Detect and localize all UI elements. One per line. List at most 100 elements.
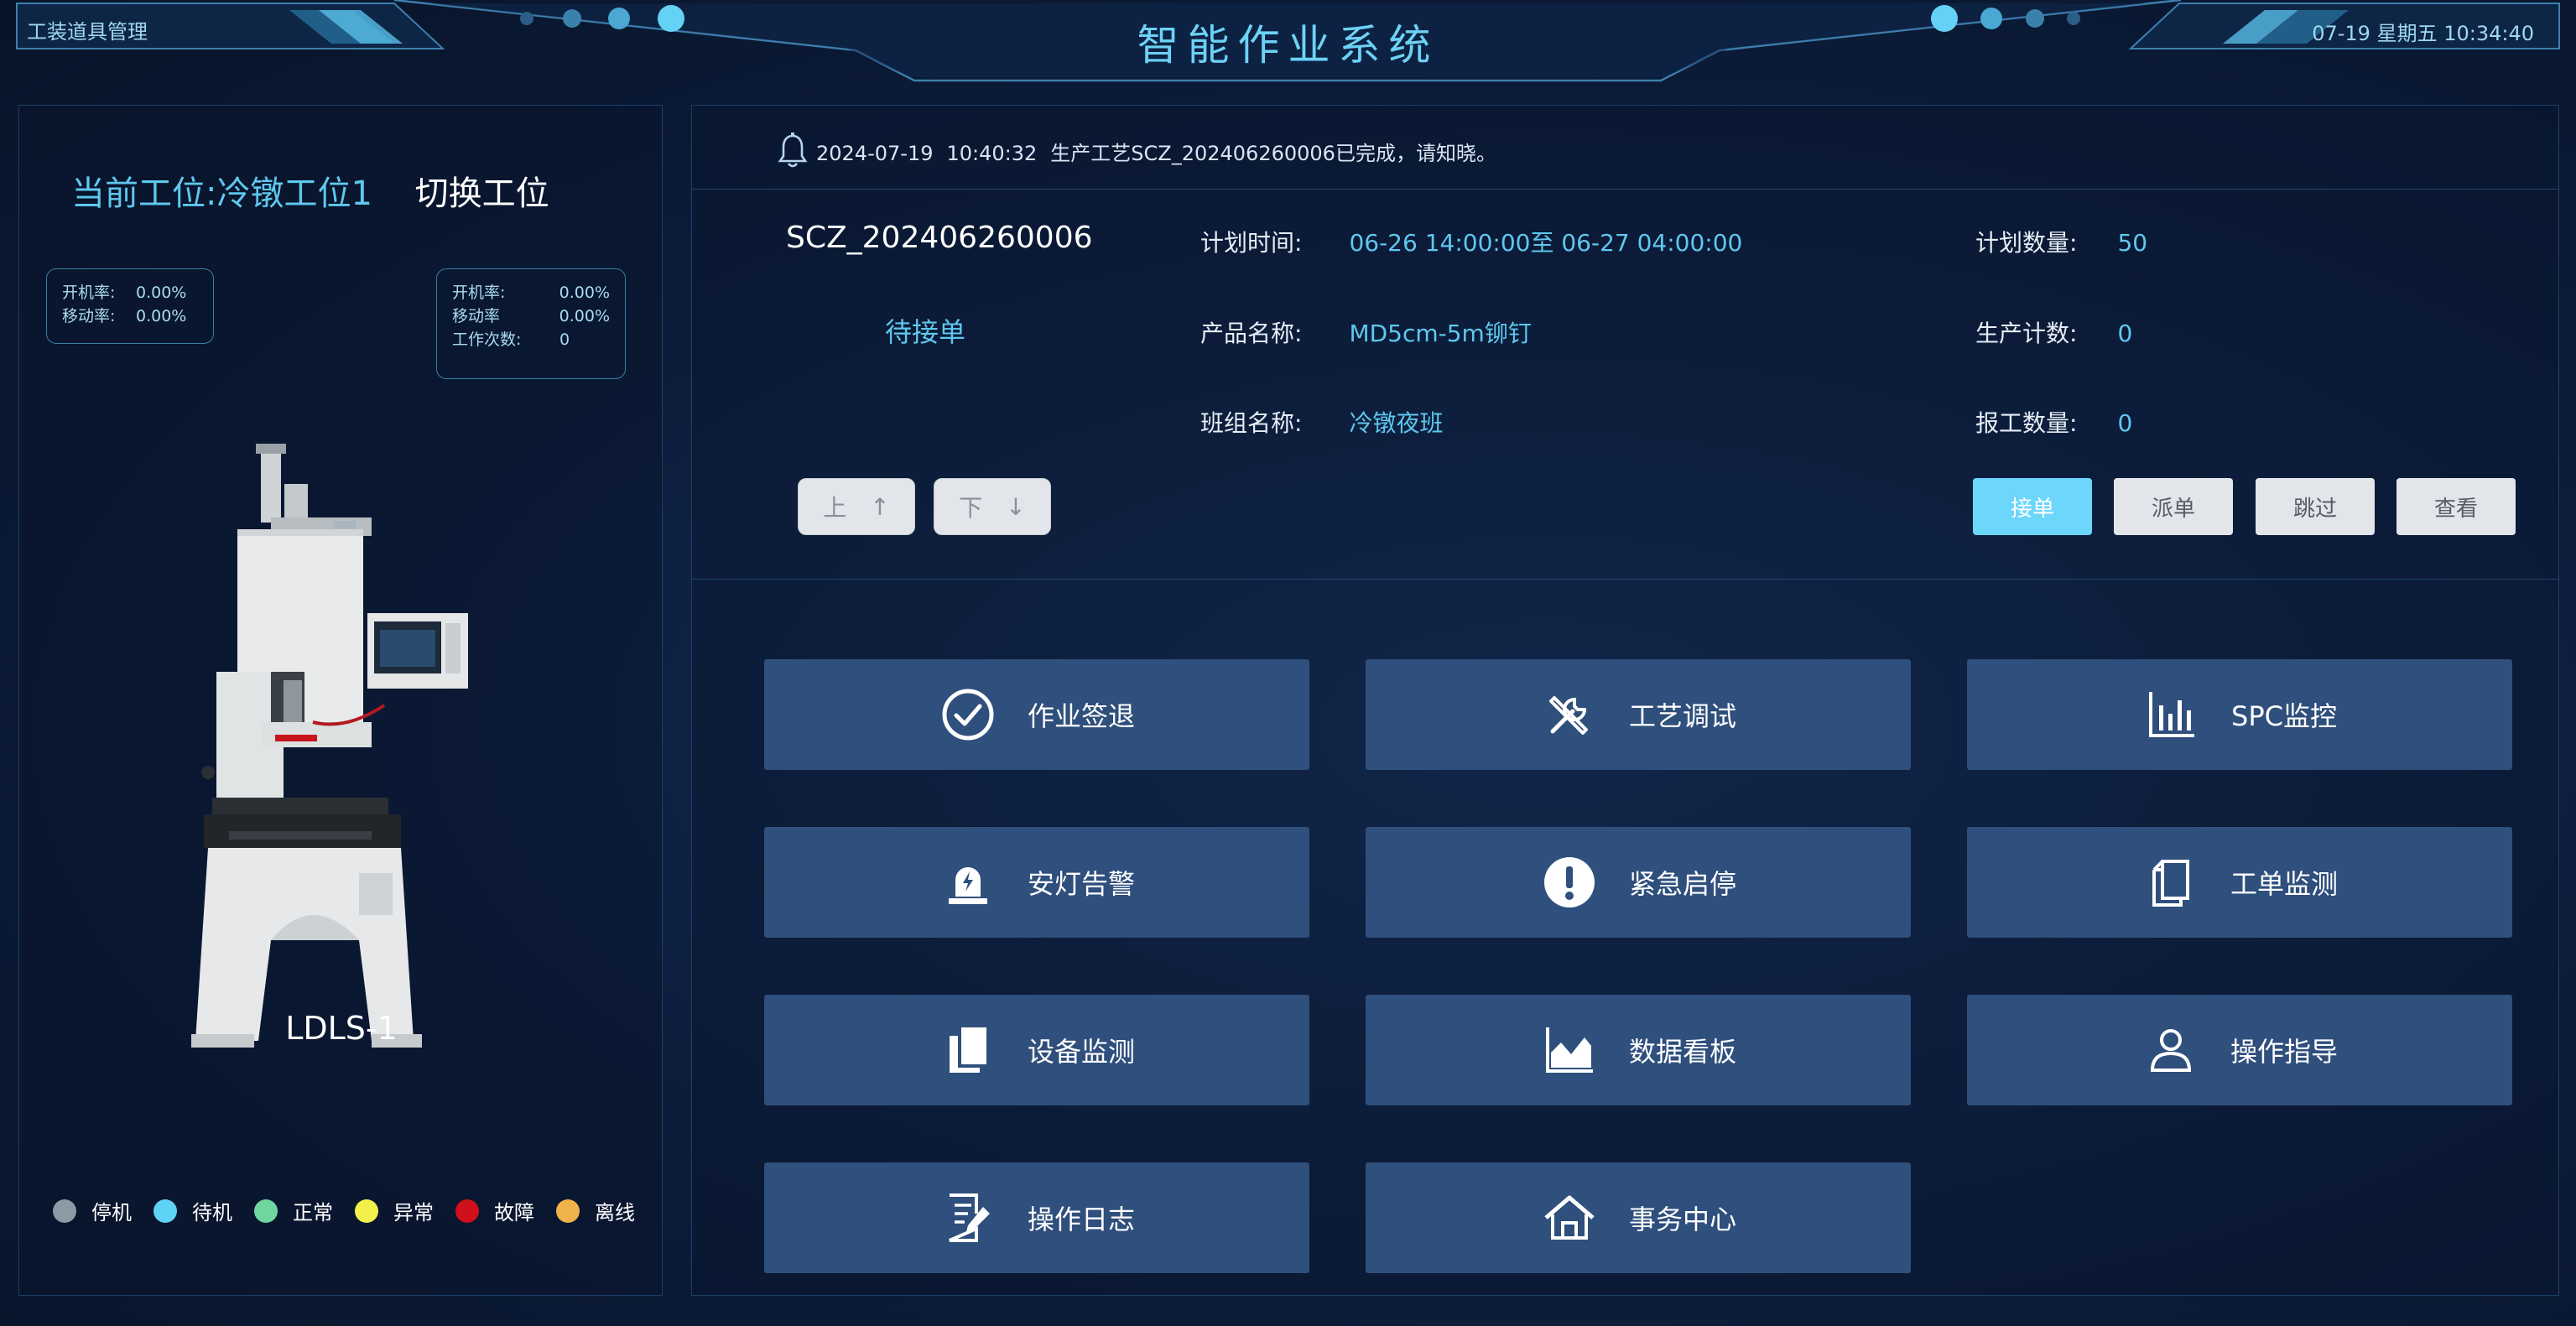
machine-name: LDLS-1	[285, 1010, 398, 1047]
tile-label: 作业签退	[1027, 700, 1135, 732]
tile-process-debug[interactable]: 工艺调试	[1366, 659, 1911, 770]
area-chart-icon	[1540, 1021, 1599, 1079]
legend-item: 故障	[455, 1196, 534, 1225]
stat-value: 0.00%	[136, 283, 187, 302]
stat-value: 0.00%	[559, 307, 610, 325]
legend-dot	[455, 1199, 479, 1223]
legend-label: 正常	[293, 1201, 333, 1225]
notification-message: 生产工艺SCZ_202406260006已完成，请知晓。	[1050, 142, 1496, 165]
station-panel: 当前工位:冷镦工位1 切换工位 开机率: 0.00% 移动率: 0.00% 开机率:…	[18, 105, 663, 1296]
legend-dot	[254, 1199, 278, 1223]
notification-text: 2024-07-19 10:40:32 生产工艺SCZ_202406260006已完…	[816, 137, 1496, 166]
stat-value: 0.00%	[559, 283, 610, 302]
legend-item: 离线	[556, 1196, 635, 1225]
legend-item: 停机	[53, 1196, 132, 1225]
tile-label: 操作指导	[2230, 1036, 2338, 1068]
notification-bar: 2024-07-19 10:40:32 生产工艺SCZ_202406260006已完…	[692, 106, 2558, 190]
team-value: 冷镦夜班	[1349, 409, 1444, 437]
report-qty-field: 报工数量: 0	[1975, 405, 2132, 439]
station-name: 冷镦工位1	[216, 174, 372, 213]
tile-label: 紧急启停	[1628, 868, 1736, 900]
team-label: 班组名称:	[1200, 409, 1303, 437]
machine-image	[191, 444, 468, 1048]
tile-equipment-monitor[interactable]: 设备监测	[764, 995, 1309, 1105]
notification-date: 2024-07-19	[816, 142, 934, 165]
exclamation-circle-icon	[1540, 853, 1599, 912]
product-value: MD5cm-5m铆钉	[1349, 320, 1532, 347]
tile-check-out[interactable]: 作业签退	[764, 659, 1309, 770]
station-prefix: 当前工位:	[71, 174, 217, 213]
log-edit-icon	[939, 1188, 997, 1247]
plan-qty-field: 计划数量: 50	[1975, 225, 2147, 258]
tile-andon-alarm[interactable]: 安灯告警	[764, 827, 1309, 938]
report-qty-value: 0	[2117, 409, 2133, 437]
legend-dot	[355, 1199, 378, 1223]
product-label: 产品名称:	[1200, 320, 1303, 347]
tile-operation-guide[interactable]: 操作指导	[1967, 995, 2512, 1105]
next-label: 下	[959, 494, 983, 522]
tile-label: 设备监测	[1027, 1036, 1135, 1068]
legend-label: 故障	[494, 1201, 534, 1225]
user-icon	[2141, 1021, 2200, 1079]
order-code: SCZ_202406260006	[786, 221, 1093, 255]
tile-label: 安灯告警	[1027, 868, 1135, 900]
tile-label: SPC监控	[2231, 700, 2337, 732]
work-order-panel: 2024-07-19 10:40:32 生产工艺SCZ_202406260006已完…	[691, 105, 2559, 1296]
legend-item: 待机	[154, 1196, 232, 1225]
arrow-down-icon: ↓	[1006, 492, 1026, 521]
skip-order-button[interactable]: 跳过	[2256, 478, 2375, 535]
tile-emergency-stop[interactable]: 紧急启停	[1366, 827, 1911, 938]
arrow-up-icon: ↑	[870, 492, 890, 521]
tile-label: 工单监测	[2230, 868, 2338, 900]
tile-label: 工艺调试	[1628, 700, 1736, 732]
plan-time-label: 计划时间:	[1200, 229, 1303, 257]
bar-chart-icon	[2142, 685, 2201, 744]
page-title: 智能作业系统	[1137, 21, 1439, 70]
legend-item: 正常	[254, 1196, 333, 1225]
next-button[interactable]: 下 ↓	[934, 478, 1051, 535]
tile-operation-log[interactable]: 操作日志	[764, 1162, 1309, 1273]
report-qty-label: 报工数量:	[1975, 409, 2078, 437]
legend-dot	[53, 1199, 76, 1223]
bell-icon[interactable]	[778, 133, 808, 169]
notification-time: 10:40:32	[946, 142, 1038, 165]
stats-box-left: 开机率: 0.00% 移动率: 0.00%	[46, 268, 214, 344]
documents-icon	[2141, 853, 2200, 912]
files-icon	[939, 1021, 997, 1079]
tile-label: 操作日志	[1027, 1204, 1135, 1235]
legend-item: 异常	[355, 1196, 434, 1225]
legend-label: 异常	[393, 1201, 434, 1225]
header-bar: 工装道具管理 智能作业系统 07-19 星期五 10:34:40	[0, 0, 2576, 84]
stat-value: 0	[559, 330, 570, 349]
stat-value: 0.00%	[136, 307, 187, 325]
accept-order-button[interactable]: 接单	[1973, 478, 2092, 535]
plan-time-value: 06-26 14:00:00至 06-27 04:00:00	[1349, 229, 1743, 257]
previous-button[interactable]: 上 ↑	[798, 478, 915, 535]
plan-qty-label: 计划数量:	[1975, 229, 2078, 257]
tools-icon	[1540, 685, 1599, 744]
tile-affairs-center[interactable]: 事务中心	[1366, 1162, 1911, 1273]
work-order-details: SCZ_202406260006 待接单 计划时间: 06-26 14:00:00…	[692, 190, 2558, 580]
prod-count-field: 生产计数: 0	[1975, 315, 2132, 349]
legend-dot	[154, 1199, 177, 1223]
tile-spc-monitor[interactable]: SPC监控	[1967, 659, 2512, 770]
function-tiles: 作业签退 工艺调试 SPC监控 安灯告警 紧急启停 工单监测 设备监测 数据看板…	[692, 580, 2558, 1297]
home-icon	[1540, 1188, 1599, 1247]
view-order-button[interactable]: 查看	[2396, 478, 2516, 535]
legend-label: 停机	[91, 1201, 132, 1225]
tile-label: 事务中心	[1628, 1204, 1736, 1235]
dispatch-order-button[interactable]: 派单	[2114, 478, 2233, 535]
plan-time-field: 计划时间: 06-26 14:00:00至 06-27 04:00:00	[1200, 225, 1742, 258]
product-field: 产品名称: MD5cm-5m铆钉	[1200, 315, 1532, 349]
prod-count-value: 0	[2117, 320, 2133, 347]
switch-station-button[interactable]: 切换工位	[415, 174, 549, 213]
plan-qty-value: 50	[2117, 229, 2148, 257]
tile-data-dashboard[interactable]: 数据看板	[1366, 995, 1911, 1105]
check-circle-icon	[939, 685, 997, 744]
tile-label: 数据看板	[1628, 1036, 1736, 1068]
tile-work-order-monitor[interactable]: 工单监测	[1967, 827, 2512, 938]
stat-label: 工作次数:	[452, 330, 522, 349]
station-line: 当前工位:冷镦工位1 切换工位	[71, 166, 549, 215]
date-time: 07-19 星期五 10:34:40	[2312, 22, 2534, 45]
stat-label: 开机率:	[452, 283, 506, 302]
